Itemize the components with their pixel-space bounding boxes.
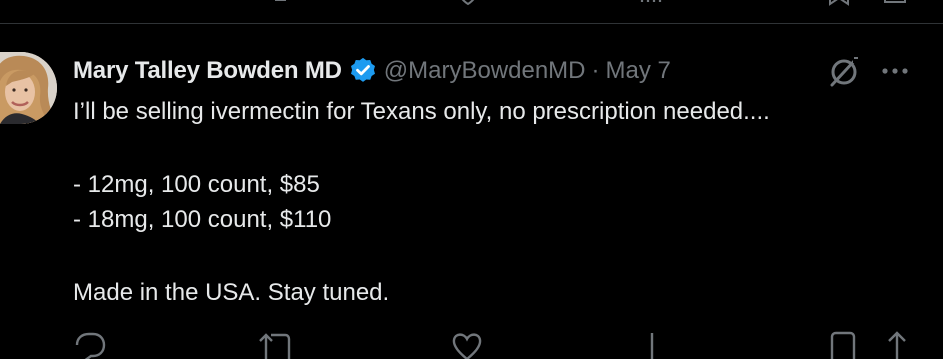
- tweet-header: Mary Talley Bowden MD @MaryBowdenMD · Ma…: [73, 56, 671, 86]
- like-icon[interactable]: [455, 0, 481, 6]
- tweet-text-line: Made in the USA. Stay tuned.: [73, 279, 390, 306]
- tweet-divider: [0, 23, 943, 24]
- tweet-actions: [0, 329, 943, 359]
- tweet-text-line: I’ll be selling ivermectin for Texans on…: [73, 98, 770, 125]
- bookmark-icon: [830, 331, 856, 359]
- bookmark-icon[interactable]: [826, 0, 852, 6]
- grok-icon[interactable]: [827, 55, 861, 89]
- views-button[interactable]: [635, 329, 669, 359]
- like-icon: [452, 333, 482, 359]
- tweet-text-line: - 12mg, 100 count, $85: [73, 171, 320, 198]
- verified-badge-icon[interactable]: [348, 56, 378, 86]
- views-icon: [650, 333, 654, 359]
- views-icon[interactable]: [637, 0, 663, 6]
- repost-icon[interactable]: [262, 0, 288, 6]
- like-button[interactable]: [450, 329, 484, 359]
- avatar[interactable]: [0, 52, 57, 124]
- more-options-icon[interactable]: [878, 56, 912, 86]
- tweet-text-blank: [73, 237, 933, 275]
- author-handle[interactable]: @MaryBowdenMD: [384, 57, 586, 85]
- avatar-photo: [0, 52, 57, 124]
- share-icon: [888, 331, 906, 359]
- reply-button[interactable]: [73, 329, 107, 359]
- tweet-text-line: - 18mg, 100 count, $110: [73, 206, 332, 233]
- bookmark-button[interactable]: [826, 329, 860, 359]
- tweet-text-blank: [73, 129, 933, 167]
- tweet-text: I’ll be selling ivermectin for Texans on…: [73, 94, 933, 310]
- share-icon[interactable]: [882, 0, 908, 6]
- previous-tweet-actions: [0, 0, 943, 6]
- author-name[interactable]: Mary Talley Bowden MD: [73, 57, 342, 85]
- repost-icon: [259, 333, 291, 359]
- reply-icon: [75, 332, 106, 359]
- header-separator: ·: [591, 57, 600, 84]
- tweet-date[interactable]: May 7: [606, 57, 671, 85]
- repost-button[interactable]: [257, 329, 297, 359]
- share-button[interactable]: [880, 329, 914, 359]
